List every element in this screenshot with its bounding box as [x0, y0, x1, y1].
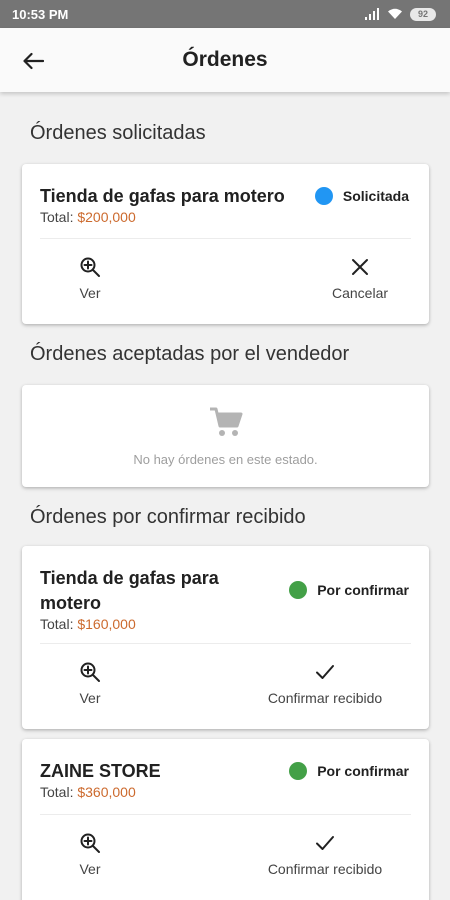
status-bar: 10:53 PM 92 [0, 0, 450, 28]
status-badge: Por confirmar [289, 581, 409, 599]
empty-state-card: No hay órdenes en este estado. [22, 385, 429, 487]
app-bar: Órdenes [0, 28, 450, 92]
view-order-button[interactable]: Ver [65, 661, 115, 706]
status-dot-blue [314, 187, 333, 205]
empty-state: No hay órdenes en este estado. [22, 385, 429, 487]
wifi-icon [388, 8, 402, 19]
total-amount: $200,000 [77, 209, 136, 225]
order-card-to-confirm-2: ZAINE STORE Total: $360,000 Por confirma… [22, 739, 429, 900]
status-label: Por confirmar [317, 582, 409, 598]
confirm-label: Confirmar recibido [267, 690, 383, 706]
check-icon [316, 665, 334, 679]
empty-state-message: No hay órdenes en este estado. [133, 451, 318, 467]
order-total: Total: $360,000 [40, 784, 411, 800]
section-title-to-confirm: Órdenes por confirmar recibido [30, 506, 306, 528]
zoom-in-icon [80, 662, 100, 682]
orders-content[interactable]: Órdenes solicitadas Tienda de gafas para… [0, 92, 450, 900]
order-card-to-confirm-1: Tienda de gafas para motero Total: $160,… [22, 546, 429, 729]
status-icons: 92 [364, 7, 436, 21]
zoom-in-icon [80, 833, 100, 853]
view-label: Ver [79, 285, 101, 301]
view-order-button[interactable]: Ver [65, 256, 115, 301]
status-badge: Solicitada [314, 187, 409, 205]
view-label: Ver [79, 861, 101, 877]
card-divider [40, 238, 411, 239]
signal-icon [365, 8, 379, 20]
view-label: Ver [79, 690, 101, 706]
back-button[interactable] [18, 46, 48, 76]
total-amount: $360,000 [77, 784, 136, 800]
store-name-line2: motero [40, 593, 102, 613]
confirm-received-button[interactable]: Confirmar recibido [250, 832, 400, 877]
status-label: Solicitada [342, 188, 409, 204]
status-label: Por confirmar [317, 763, 409, 779]
page-title: Órdenes [182, 48, 268, 71]
cancel-label: Cancelar [331, 285, 389, 301]
total-label: Total: [40, 616, 74, 632]
close-icon [352, 259, 368, 275]
order-total: Total: $200,000 [40, 209, 411, 225]
confirm-received-button[interactable]: Confirmar recibido [250, 661, 400, 706]
cancel-order-button[interactable]: Cancelar [320, 256, 400, 301]
view-order-button[interactable]: Ver [65, 832, 115, 877]
status-dot-green [289, 581, 308, 599]
arrow-left-icon [23, 52, 44, 70]
battery-indicator: 92 [410, 7, 436, 21]
store-name-line1: Tienda de gafas para [40, 568, 219, 588]
zoom-in-icon [80, 257, 100, 277]
card-divider [40, 814, 411, 815]
total-label: Total: [40, 784, 74, 800]
status-dot-green [289, 762, 308, 780]
shopping-cart-icon [209, 407, 242, 436]
check-icon [316, 836, 334, 850]
card-divider [40, 643, 411, 644]
section-title-accepted: Órdenes aceptadas por el vendedor [30, 343, 350, 365]
confirm-label: Confirmar recibido [267, 861, 383, 877]
total-amount: $160,000 [77, 616, 136, 632]
total-label: Total: [40, 209, 74, 225]
order-total: Total: $160,000 [40, 616, 411, 632]
order-card-requested: Tienda de gafas para motero Total: $200,… [22, 164, 429, 324]
status-badge: Por confirmar [289, 762, 409, 780]
section-title-requested: Órdenes solicitadas [30, 122, 206, 144]
status-time: 10:53 PM [12, 6, 69, 22]
